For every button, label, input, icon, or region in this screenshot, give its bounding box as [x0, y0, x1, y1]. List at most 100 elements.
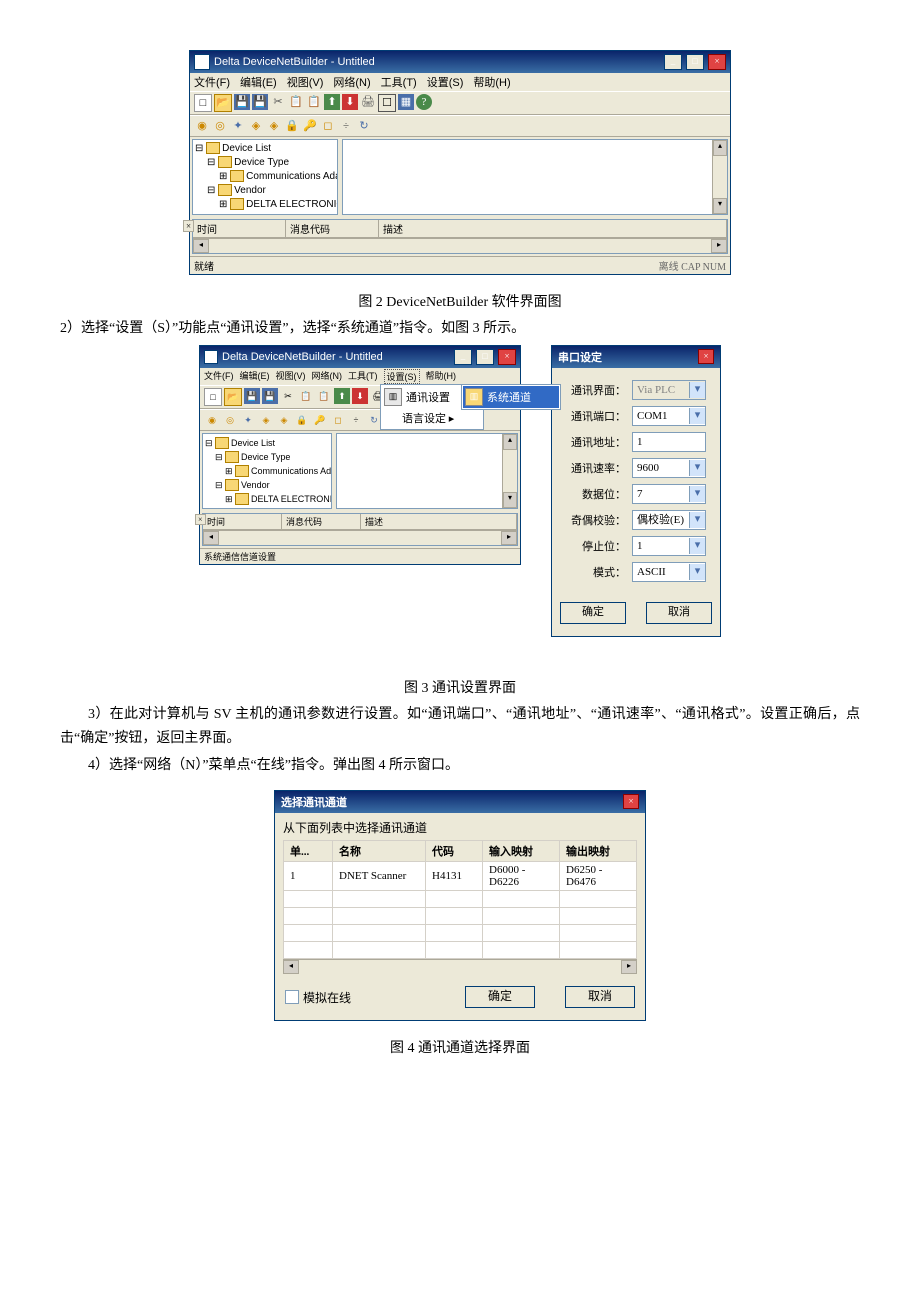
table-row[interactable]	[284, 891, 637, 908]
new-icon[interactable]: □	[194, 94, 212, 112]
node2-icon[interactable]: ◈	[266, 118, 282, 134]
canvas[interactable]: ▴ ▾	[342, 139, 728, 215]
refresh-icon[interactable]: ↻	[356, 118, 372, 134]
minimize-button[interactable]: _	[664, 54, 682, 70]
log-grip-icon[interactable]: ×	[195, 514, 206, 525]
grid-icon[interactable]: ▦	[398, 94, 414, 110]
offline-icon[interactable]: ◎	[212, 118, 228, 134]
menu-help[interactable]: 帮助(H)	[473, 74, 510, 90]
scroll-right-icon[interactable]: ▸	[501, 531, 517, 545]
div-icon[interactable]: ÷	[348, 412, 364, 428]
offline-icon[interactable]: ◎	[222, 412, 238, 428]
select-mode[interactable]: ASCII▾	[632, 562, 706, 582]
menu-edit[interactable]: 编辑(E)	[240, 74, 277, 90]
scroll-down-icon[interactable]: ▾	[503, 492, 517, 508]
scrollbar-horizontal[interactable]: ◂ ▸	[203, 530, 517, 545]
simulate-checkbox[interactable]	[285, 990, 299, 1004]
device-tree[interactable]: ⊟ Device List ⊟ Device Type ⊞ Communicat…	[192, 139, 338, 215]
paste-icon[interactable]: 📋	[306, 94, 322, 110]
col-unit[interactable]: 单...	[284, 841, 333, 862]
menu-file[interactable]: 文件(F)	[194, 74, 230, 90]
menu-network[interactable]: 网络(N)	[333, 74, 370, 90]
menu-tools[interactable]: 工具(T)	[381, 74, 417, 90]
scroll-right-icon[interactable]: ▸	[621, 960, 637, 974]
menu-file[interactable]: 文件(F)	[204, 369, 234, 384]
close-button[interactable]: ×	[498, 349, 516, 365]
table-row[interactable]	[284, 908, 637, 925]
menu-network[interactable]: 网络(N)	[312, 369, 343, 384]
tree-vendor[interactable]: ⊟ Vendor	[195, 184, 335, 198]
online-icon[interactable]: ◉	[194, 118, 210, 134]
tree-comm-adapter[interactable]: ⊞ Communications Adapter	[195, 170, 335, 184]
node-icon[interactable]: ◈	[248, 118, 264, 134]
col-name[interactable]: 名称	[333, 841, 426, 862]
col-inmap[interactable]: 输入映射	[483, 841, 560, 862]
stop-icon[interactable]: ◻	[320, 118, 336, 134]
net2-icon[interactable]: ⬇	[352, 388, 368, 404]
menu-view[interactable]: 视图(V)	[287, 74, 324, 90]
tree-delta[interactable]: ⊞ DELTA ELECTRONIC, INC.	[205, 492, 329, 506]
new-icon[interactable]: □	[204, 388, 222, 406]
net2-icon[interactable]: ⬇	[342, 94, 358, 110]
open-icon[interactable]: 📂	[224, 388, 242, 406]
ok-button[interactable]: 确定	[560, 602, 626, 624]
cancel-button[interactable]: 取消	[646, 602, 712, 624]
close-button[interactable]: ×	[708, 54, 726, 70]
key-icon[interactable]: 🔑	[302, 118, 318, 134]
saveall-icon[interactable]: 💾	[252, 94, 268, 110]
select-stopbits[interactable]: 1▾	[632, 536, 706, 556]
select-databits[interactable]: 7▾	[632, 484, 706, 504]
net-icon[interactable]: ⬆	[324, 94, 340, 110]
select-port[interactable]: COM1▾	[632, 406, 706, 426]
menu-tools[interactable]: 工具(T)	[348, 369, 378, 384]
scroll-left-icon[interactable]: ◂	[193, 239, 209, 253]
scroll-down-icon[interactable]: ▾	[713, 198, 727, 214]
maximize-button[interactable]: □	[686, 54, 704, 70]
tree-device-type[interactable]: ⊟ Device Type	[205, 450, 329, 464]
select-interface[interactable]: Via PLC▾	[632, 380, 706, 400]
node-icon[interactable]: ◈	[258, 412, 274, 428]
copy-icon[interactable]: 📋	[288, 94, 304, 110]
cancel-button[interactable]: 取消	[565, 986, 635, 1008]
lock-icon[interactable]: 🔒	[284, 118, 300, 134]
stop-icon[interactable]: ◻	[330, 412, 346, 428]
tree-delta[interactable]: ⊞ DELTA ELECTRONIC, INC	[195, 198, 335, 212]
col-code[interactable]: 代码	[426, 841, 483, 862]
save-icon[interactable]: 💾	[244, 388, 260, 404]
col-outmap[interactable]: 输出映射	[560, 841, 637, 862]
menu-settings[interactable]: 设置(S)	[384, 369, 420, 384]
menu-help[interactable]: 帮助(H)	[426, 369, 457, 384]
scroll-right-icon[interactable]: ▸	[711, 239, 727, 253]
key-icon[interactable]: 🔑	[312, 412, 328, 428]
menu-settings[interactable]: 设置(S)	[427, 74, 464, 90]
scan-icon[interactable]: ✦	[240, 412, 256, 428]
table-row[interactable]	[284, 925, 637, 942]
node2-icon[interactable]: ◈	[276, 412, 292, 428]
tree-comm-adapter[interactable]: ⊞ Communications Adapter	[205, 464, 329, 478]
input-addr[interactable]: 1	[632, 432, 706, 452]
maximize-button[interactable]: □	[476, 349, 494, 365]
scan-icon[interactable]: ✦	[230, 118, 246, 134]
device-tree[interactable]: ⊟ Device List ⊟ Device Type ⊞ Communicat…	[202, 433, 332, 509]
win-icon[interactable]: ☐	[378, 94, 396, 112]
online-icon[interactable]: ◉	[204, 412, 220, 428]
scrollbar-vertical[interactable]: ▴ ▾	[502, 434, 517, 508]
tree-vendor[interactable]: ⊟ Vendor	[205, 478, 329, 492]
menu-lang-settings[interactable]: 语言设定 ▸	[382, 408, 482, 428]
scrollbar-vertical[interactable]: ▴ ▾	[712, 140, 727, 214]
cut-icon[interactable]: ✂	[280, 388, 296, 404]
open-icon[interactable]: 📂	[214, 94, 232, 112]
saveall-icon[interactable]: 💾	[262, 388, 278, 404]
lock-icon[interactable]: 🔒	[294, 412, 310, 428]
tree-device-type[interactable]: ⊟ Device Type	[195, 156, 335, 170]
close-button[interactable]: ×	[623, 794, 639, 809]
minimize-button[interactable]: _	[454, 349, 472, 365]
menu-edit[interactable]: 编辑(E)	[240, 369, 270, 384]
table-row[interactable]: 1 DNET Scanner H4131 D6000 - D6226 D6250…	[284, 862, 637, 891]
menu-sys-channel[interactable]: ▥ 系统通道	[463, 386, 559, 408]
net-icon[interactable]: ⬆	[334, 388, 350, 404]
scroll-left-icon[interactable]: ◂	[283, 960, 299, 974]
table-row[interactable]	[284, 942, 637, 959]
close-button[interactable]: ×	[698, 349, 714, 364]
menu-comm-settings[interactable]: ▥ 通讯设置 ▥ 系统通道	[382, 386, 482, 408]
